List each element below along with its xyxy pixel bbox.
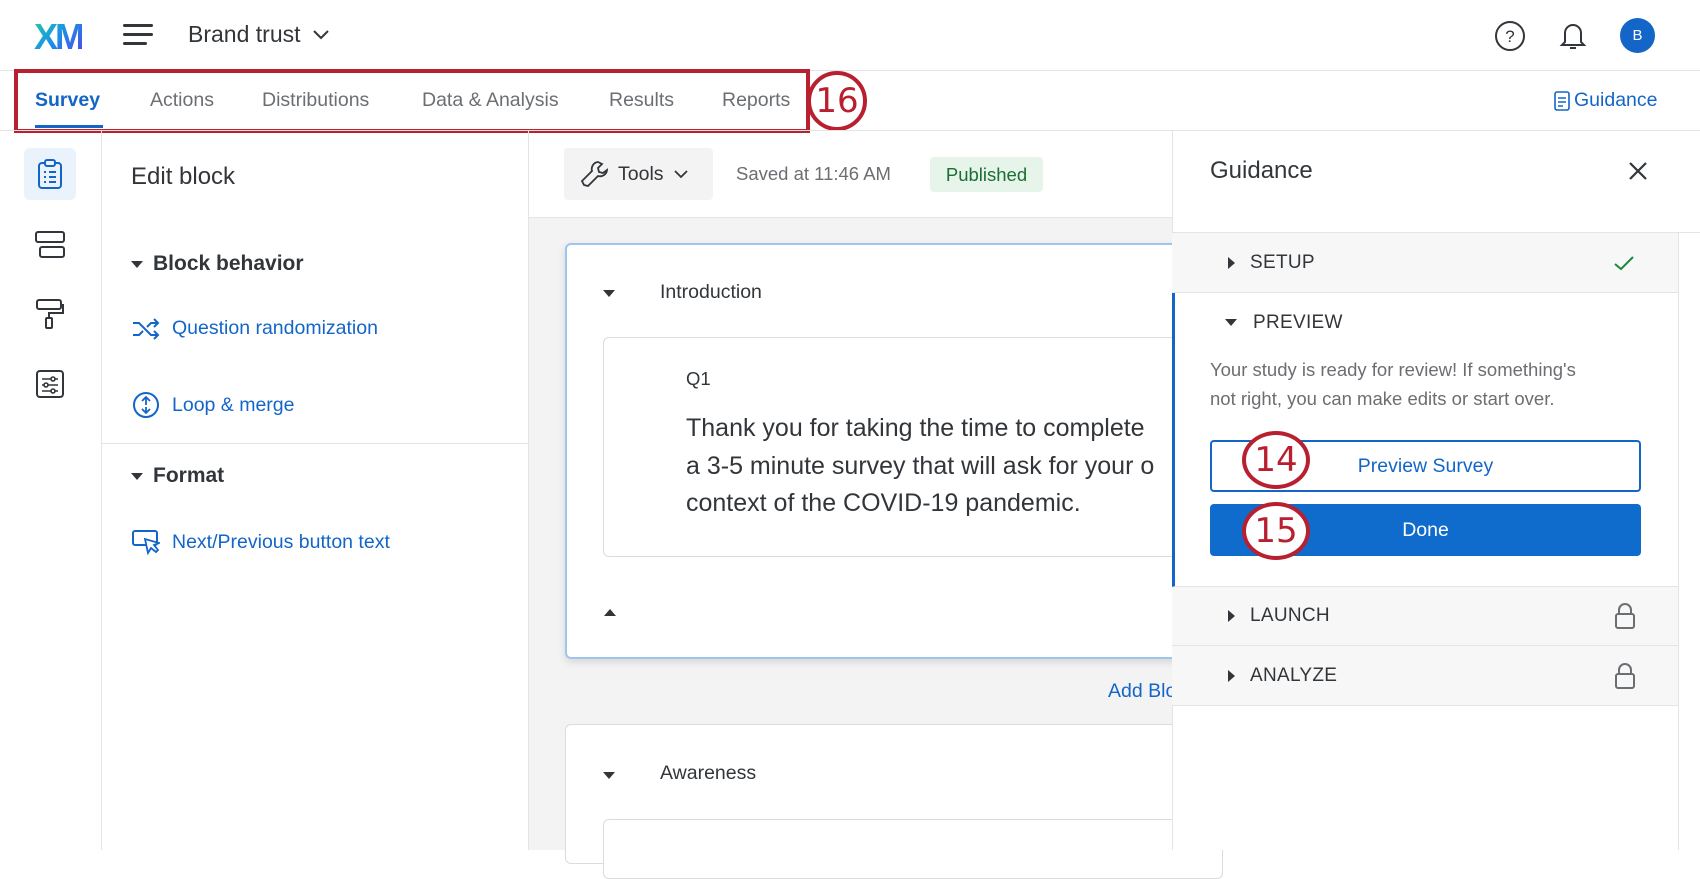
block-collapse-toggle[interactable] [603, 767, 625, 785]
rail-options-button[interactable] [24, 358, 76, 410]
lock-icon [1615, 603, 1635, 629]
checkmark-icon [1614, 256, 1634, 271]
project-title: Brand trust [188, 21, 301, 47]
caret-down-icon [603, 290, 615, 298]
question-randomization-link[interactable]: Question randomization [132, 317, 378, 340]
guidance-link[interactable]: Guidance [1554, 89, 1657, 112]
annotation-15: 15 [1242, 502, 1310, 560]
sliders-icon [36, 370, 64, 398]
caret-down-icon [1225, 319, 1237, 326]
project-title-dropdown[interactable]: Brand trust [188, 21, 329, 48]
document-icon [1554, 90, 1570, 111]
annotation-16: 16 [807, 71, 867, 131]
caret-down-icon [131, 260, 143, 268]
wrench-icon [580, 161, 608, 187]
section-launch[interactable]: LAUNCH [1172, 587, 1678, 646]
shuffle-icon [133, 317, 160, 340]
clipboard-icon [38, 159, 62, 189]
section-preview-label[interactable]: PREVIEW [1253, 312, 1343, 334]
caret-down-icon [131, 472, 143, 480]
rail-look-feel-button[interactable] [24, 288, 76, 340]
lock-icon [1615, 663, 1635, 689]
format-toggle[interactable]: Format [131, 464, 224, 488]
chevron-down-icon [312, 29, 329, 39]
caret-right-icon [1228, 670, 1235, 682]
next-previous-button-text-link[interactable]: Next/Previous button text [132, 529, 390, 555]
caret-right-icon [1228, 257, 1235, 269]
caret-up-icon [604, 609, 616, 616]
scrollbar-track[interactable] [1678, 232, 1679, 850]
question-card[interactable] [603, 819, 1223, 879]
block-behavior-toggle[interactable]: Block behavior [131, 252, 304, 276]
avatar[interactable]: B [1620, 18, 1655, 53]
loop-merge-link[interactable]: Loop & merge [132, 391, 295, 419]
annotation-14: 14 [1242, 431, 1310, 489]
block-name: Introduction [660, 281, 762, 303]
rail-survey-button[interactable] [24, 148, 76, 200]
guidance-link-label: Guidance [1574, 89, 1658, 111]
question-text[interactable]: Thank you for taking the time to complet… [686, 410, 1154, 523]
block-name: Awareness [660, 762, 757, 784]
caret-down-icon [603, 772, 615, 780]
tools-button[interactable]: Tools [564, 148, 713, 200]
published-badge: Published [930, 157, 1043, 192]
block-collapse-toggle[interactable] [603, 285, 625, 303]
question-id: Q1 [686, 368, 711, 389]
loop-icon [133, 392, 159, 418]
help-icon[interactable]: ? [1494, 20, 1526, 52]
block-expand-toggle[interactable] [604, 603, 616, 621]
guidance-title: Guidance [1210, 157, 1313, 184]
pointer-icon [132, 530, 160, 555]
paint-roller-icon [36, 299, 64, 329]
svg-text:?: ? [1505, 27, 1514, 46]
saved-status: Saved at 11:46 AM [736, 163, 891, 184]
chevron-down-icon [673, 169, 688, 178]
menu-icon[interactable] [123, 24, 153, 46]
caret-right-icon [1228, 610, 1235, 622]
tabs-highlight-box [14, 69, 810, 133]
rail-layout-button[interactable] [24, 219, 76, 271]
xm-logo[interactable]: XM [34, 16, 85, 58]
section-analyze[interactable]: ANALYZE [1172, 646, 1678, 706]
bell-icon[interactable] [1559, 20, 1587, 52]
preview-description: Your study is ready for review! If somet… [1210, 359, 1576, 409]
edit-block-title: Edit block [131, 163, 236, 190]
section-setup[interactable]: SETUP [1172, 233, 1678, 293]
close-icon[interactable] [1629, 162, 1647, 180]
layout-icon [35, 231, 65, 258]
